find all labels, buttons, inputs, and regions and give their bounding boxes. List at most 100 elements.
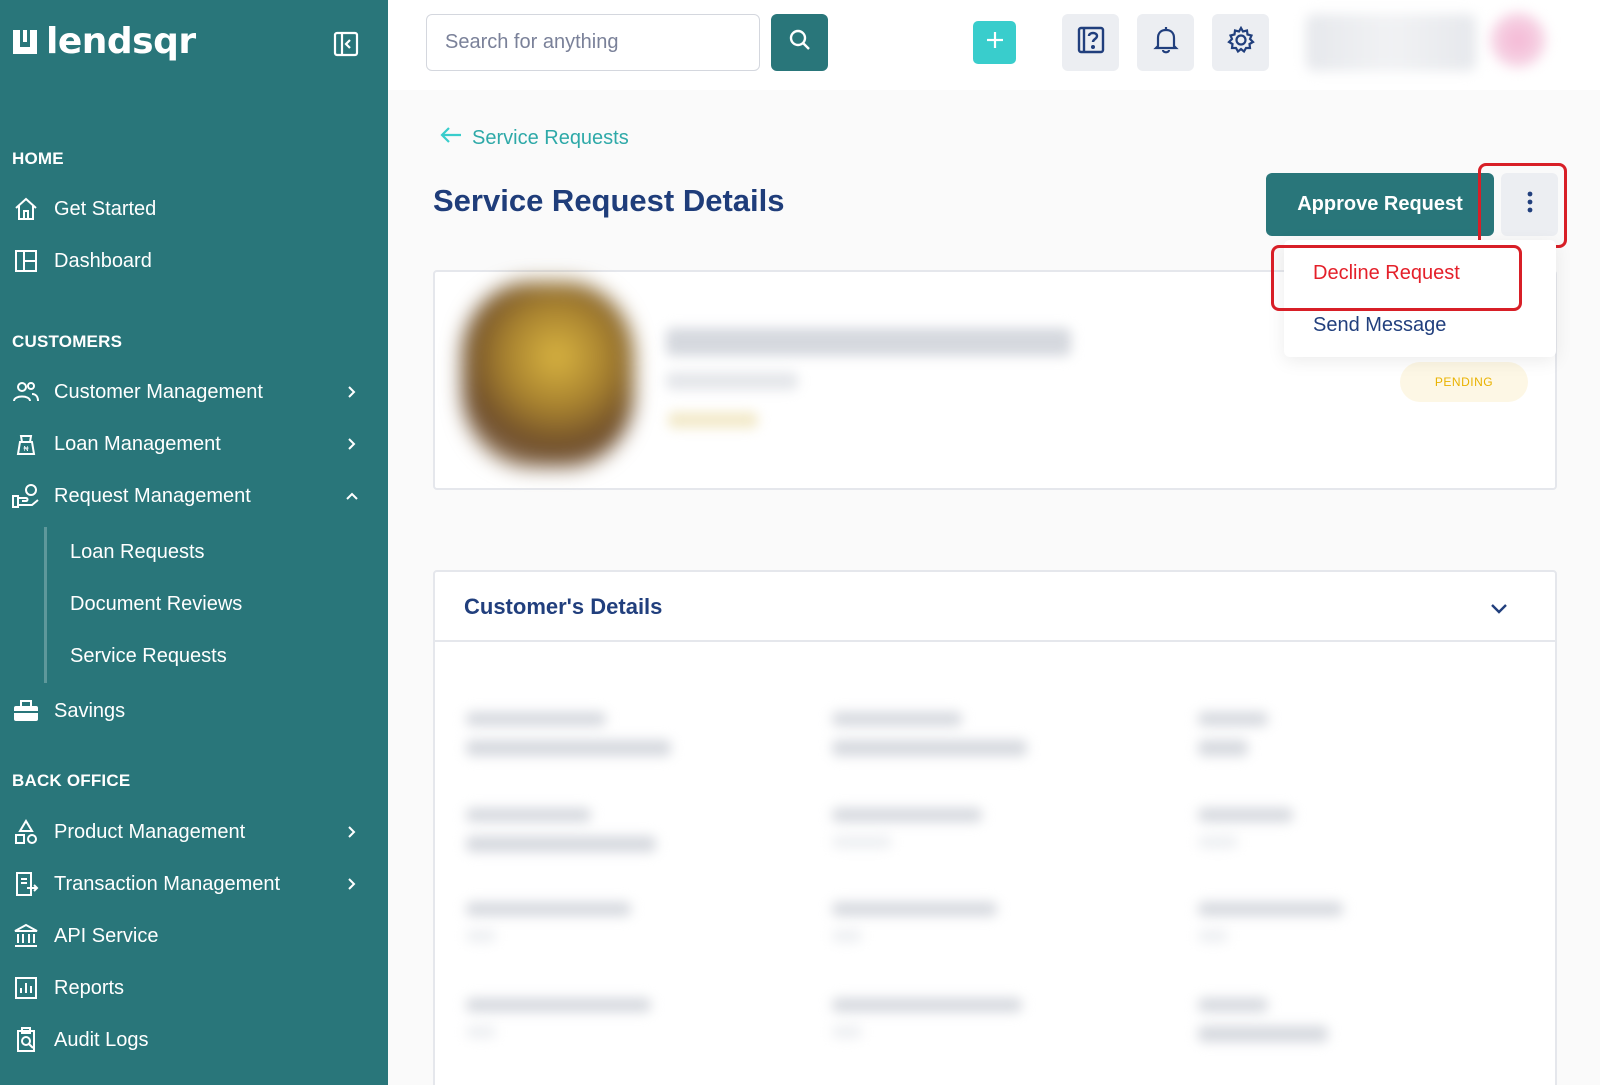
detail-label-blurred [466,712,606,726]
detail-value-blurred [832,740,1027,756]
detail-value-blurred [1198,1026,1328,1042]
sidebar-item-label: API Service [54,924,159,947]
back-link[interactable]: Service Requests [440,126,629,150]
detail-value-blurred [1198,836,1238,848]
home-icon [12,195,40,223]
sidebar-item-document-reviews[interactable]: Document Reviews [70,593,242,616]
chevron-right-icon [342,874,362,894]
gear-icon [1226,25,1255,59]
customer-photo-blurred [462,282,634,468]
customer-details-title: Customer's Details [464,594,663,619]
detail-label-blurred [1198,808,1293,822]
sidebar-item-label: Transaction Management [54,872,281,895]
customer-name-blurred [666,328,1071,356]
sidebar-item-api-service[interactable]: API Service [0,914,388,958]
detail-value-blurred [832,1026,862,1038]
detail-value-blurred [1198,740,1248,756]
svg-text:₦: ₦ [23,446,28,453]
sidebar-item-label: Loan Management [54,432,221,455]
section-title-back-office: BACK OFFICE [12,771,131,790]
logo-mark-icon [10,27,40,57]
customer-subtitle-blurred [666,372,798,390]
avatar[interactable] [1490,12,1546,68]
plus-icon [984,29,1006,56]
search-button[interactable] [771,14,828,71]
request-hand-icon [12,482,40,510]
add-button[interactable] [973,21,1016,64]
search-input[interactable] [426,14,760,71]
detail-value-blurred [832,930,862,942]
bank-icon [12,922,40,950]
detail-label-blurred [466,808,591,822]
sidebar-item-label: Product Management [54,820,246,843]
help-icon [1077,26,1105,59]
sidebar-item-audit-logs[interactable]: Audit Logs [0,1018,388,1062]
arrow-left-icon [440,126,462,150]
detail-value-blurred [466,740,671,756]
submenu-rail [44,527,47,683]
more-options-button[interactable] [1501,173,1558,236]
notifications-button[interactable] [1137,14,1194,71]
detail-label-blurred [832,808,982,822]
sidebar-item-reports[interactable]: Reports [0,966,388,1010]
approve-request-button[interactable]: Approve Request [1266,173,1494,236]
sidebar-item-dashboard[interactable]: Dashboard [0,239,388,283]
sidebar-item-service-requests[interactable]: Service Requests [70,645,227,668]
sidebar-item-loan-management[interactable]: ₦ Loan Management [0,422,388,466]
search-icon [789,29,811,56]
chevron-right-icon [342,434,362,454]
send-message-menu-item[interactable]: Send Message [1313,314,1446,337]
loan-icon: ₦ [12,430,40,458]
collapse-sidebar-icon[interactable] [333,31,359,57]
detail-label-blurred [1198,998,1268,1012]
detail-label-blurred [1198,712,1268,726]
detail-value-blurred [466,930,496,942]
profile-name-blurred[interactable] [1306,14,1476,71]
detail-label-blurred [466,998,651,1012]
sidebar-item-label: Savings [54,699,126,722]
customer-rating-blurred [668,412,758,428]
sidebar-item-label: Dashboard [54,249,152,272]
sidebar-item-request-management[interactable]: Request Management [0,474,388,518]
detail-value-blurred [466,1026,496,1038]
sidebar-item-customer-management[interactable]: Customer Management [0,370,388,414]
brand-logo[interactable]: lendsqr [10,22,196,62]
brand-name: lendsqr [46,21,196,62]
detail-label-blurred [832,998,1022,1012]
users-icon [12,378,40,406]
chevron-right-icon [342,382,362,402]
sidebar-item-product-management[interactable]: Product Management [0,810,388,854]
shapes-icon [12,818,40,846]
transaction-icon [12,870,40,898]
detail-label-blurred [1198,902,1343,916]
chevron-up-icon [342,486,362,506]
audit-clipboard-icon [12,1026,40,1054]
sidebar-item-label: Get Started [54,197,157,220]
sidebar-item-label: Request Management [54,484,251,507]
chevron-right-icon [342,822,362,842]
page-title: Service Request Details [433,183,785,218]
sidebar-item-savings[interactable]: Savings [0,689,388,733]
section-title-home: HOME [12,149,64,168]
more-vertical-icon [1527,191,1533,218]
sidebar-item-label: Reports [54,976,125,999]
sidebar-item-get-started[interactable]: Get Started [0,187,388,231]
help-button[interactable] [1062,14,1119,71]
detail-value-blurred [1198,930,1228,942]
back-link-label: Service Requests [472,126,629,149]
sidebar: lendsqr HOME Get Started Dashboard CUSTO… [0,0,388,1085]
sidebar-item-transaction-management[interactable]: Transaction Management [0,862,388,906]
sidebar-item-label: Audit Logs [54,1028,149,1051]
chevron-down-icon[interactable] [1487,596,1511,620]
decline-request-menu-item[interactable]: Decline Request [1313,262,1460,285]
sidebar-item-label: Customer Management [54,380,263,403]
dashboard-icon [12,247,40,275]
status-badge: PENDING [1400,362,1528,402]
sidebar-item-loan-requests[interactable]: Loan Requests [70,541,205,564]
report-chart-icon [12,974,40,1002]
bell-icon [1152,26,1179,59]
detail-label-blurred [832,902,997,916]
settings-button[interactable] [1212,14,1269,71]
section-title-customers: CUSTOMERS [12,332,123,351]
customer-details-header[interactable]: Customer's Details [435,572,1555,642]
